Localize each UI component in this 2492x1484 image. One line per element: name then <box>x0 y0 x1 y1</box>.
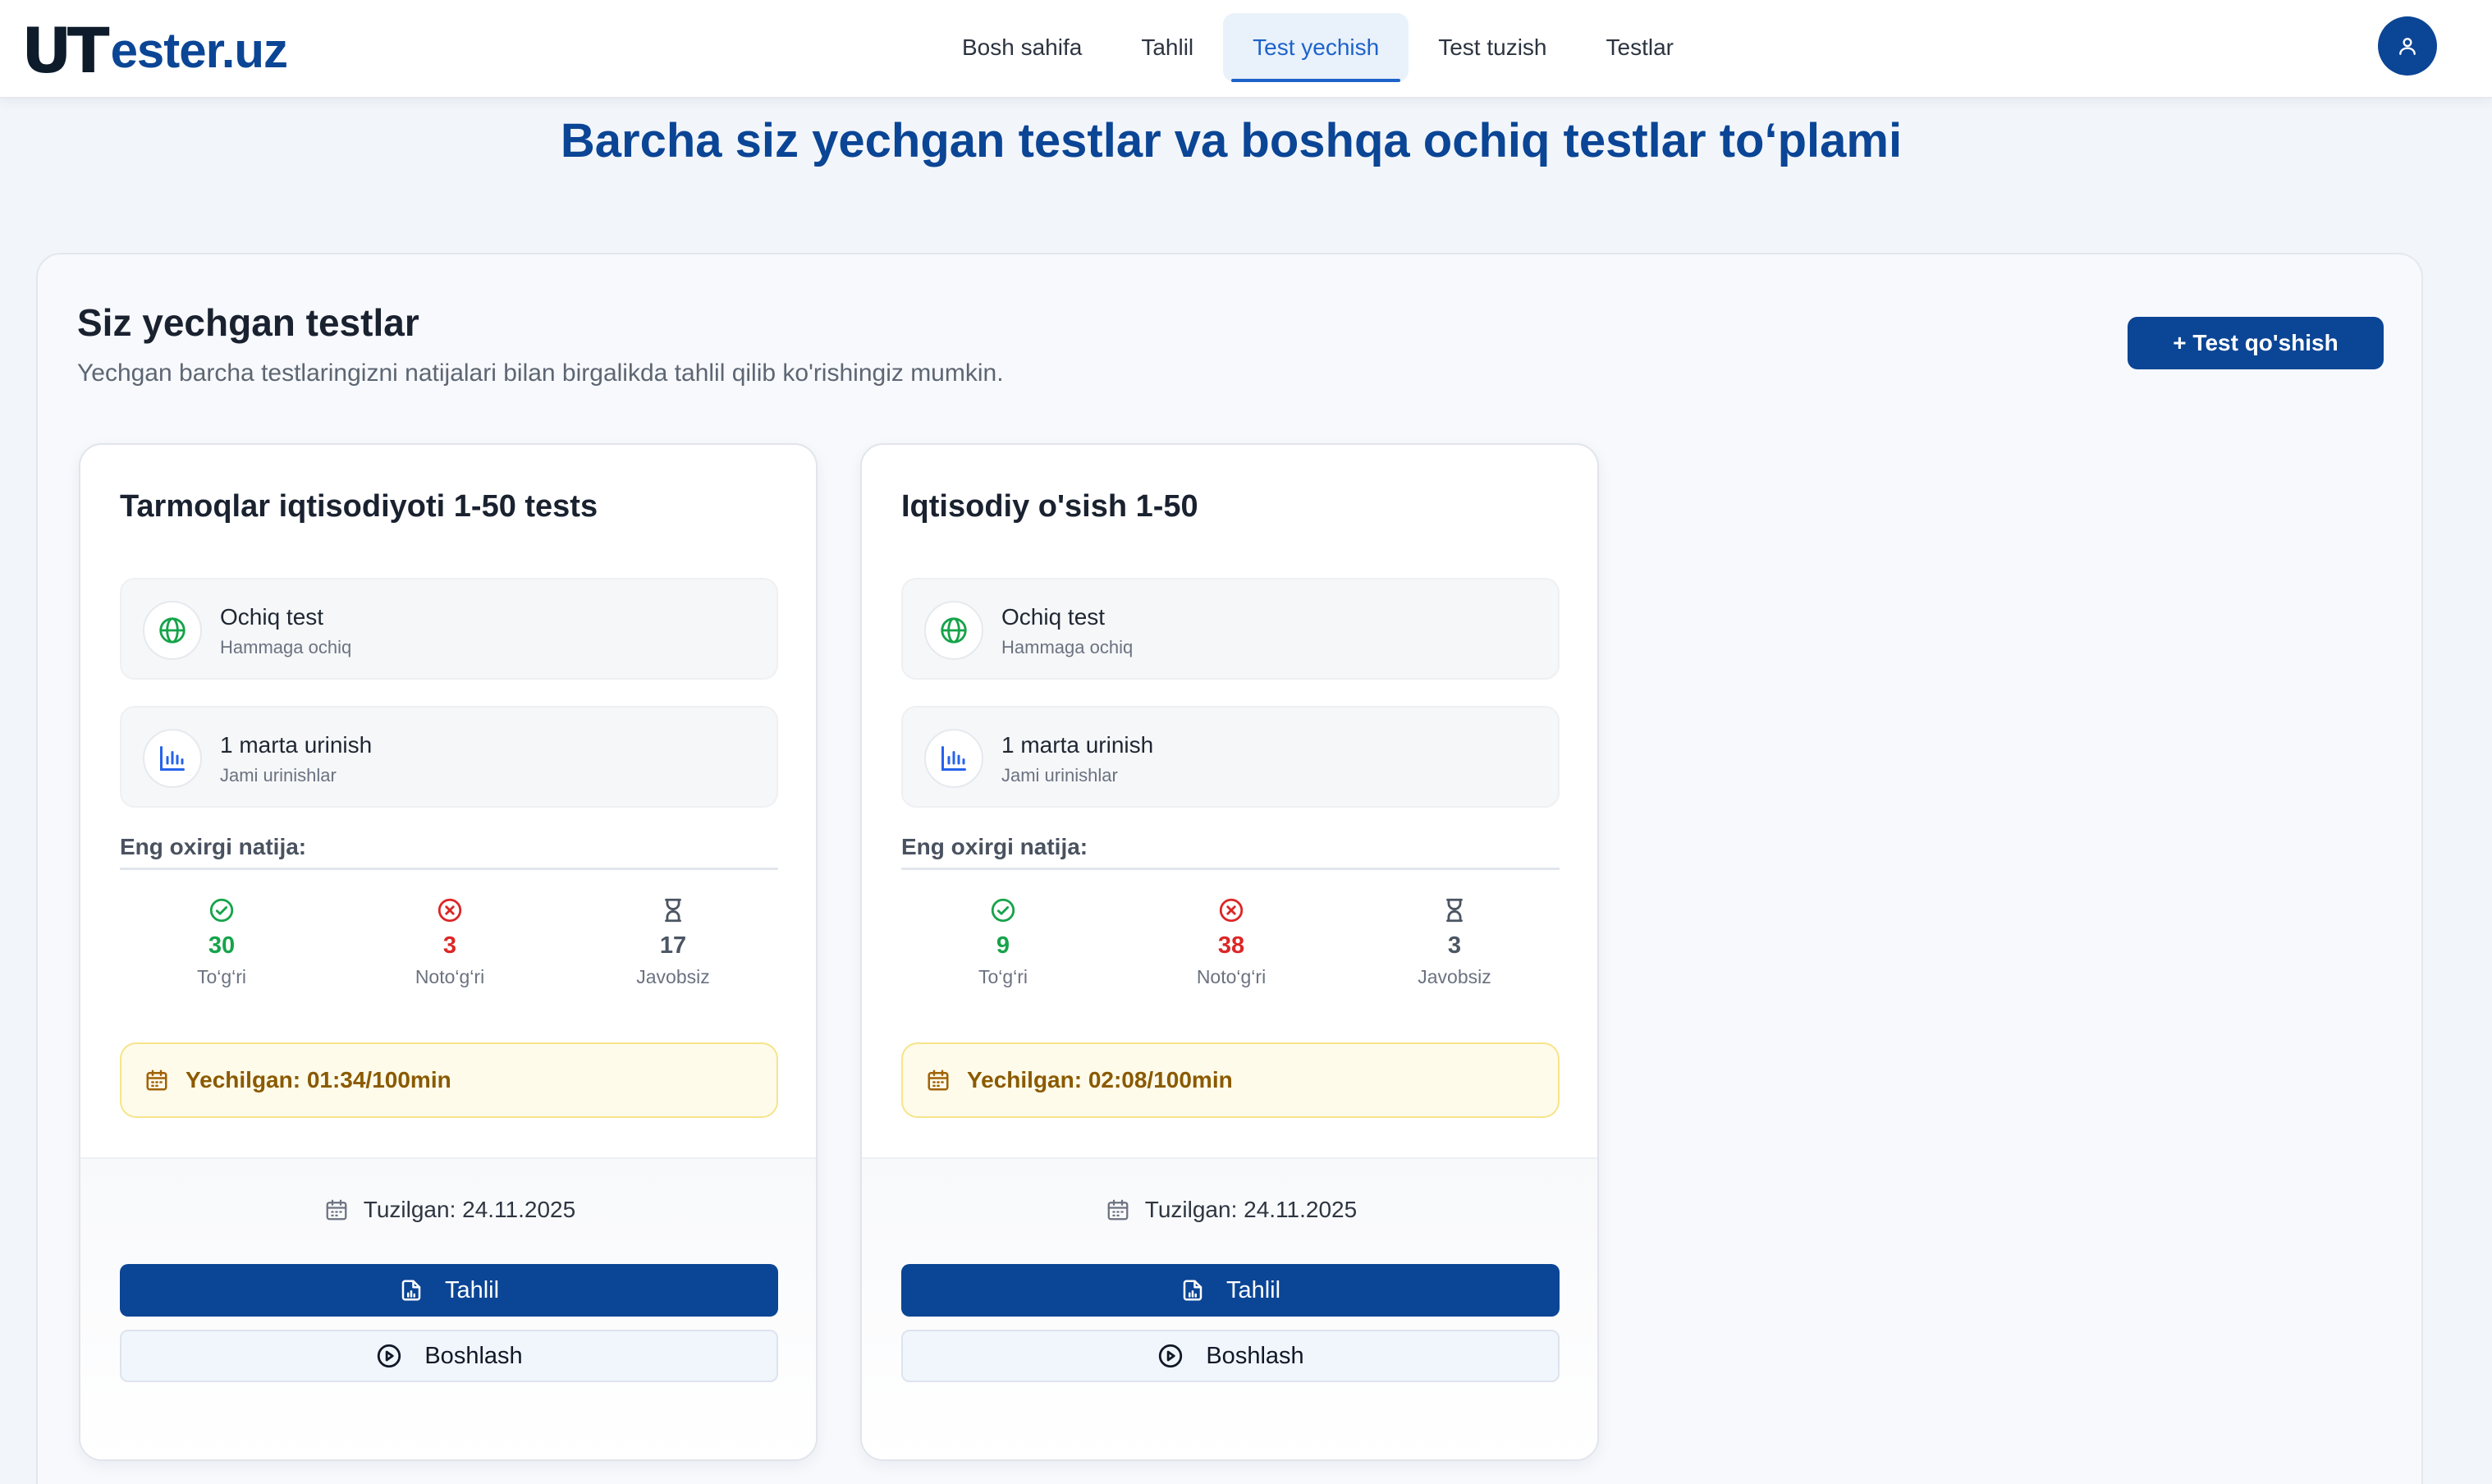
unanswered-count: 17 <box>659 932 687 959</box>
x-circle-icon <box>1219 898 1244 923</box>
analyze-button[interactable]: Tahlil <box>901 1264 1560 1317</box>
access-info-box: Ochiq test Hammaga ochiq <box>120 578 778 680</box>
latest-result-label: Eng oxirgi natija: <box>120 834 778 870</box>
attempts-info-box: 1 marta urinish Jami urinishlar <box>120 706 778 808</box>
play-circle-icon <box>378 1344 401 1368</box>
calendar-icon <box>928 1069 949 1091</box>
incorrect-count: 3 <box>442 932 457 959</box>
nav-test-yechish[interactable]: Test yechish <box>1223 13 1409 82</box>
analyze-button-label: Tahlil <box>1225 1276 1281 1303</box>
solved-time-box: Yechilgan: 02:08/100min <box>901 1042 1560 1118</box>
user-icon <box>2399 38 2416 55</box>
test-card-title: Iqtisodiy o'sish 1-50 <box>901 489 1198 524</box>
hourglass-icon <box>665 898 681 923</box>
attempts-sub: Jami urinishlar <box>1001 765 1118 786</box>
incorrect-label: Noto‘g‘ri <box>415 966 485 987</box>
add-test-button[interactable]: + Test qo'shish <box>2128 317 2384 369</box>
file-chart-icon <box>1183 1280 1202 1301</box>
analyze-button-label: Tahlil <box>444 1276 500 1303</box>
section-title: Siz yechgan testlar <box>77 301 419 344</box>
attempts-label: 1 marta urinish <box>1001 732 1154 758</box>
file-chart-icon <box>401 1280 421 1301</box>
main-nav: Bosh sahifa Tahlil Test yechish Test tuz… <box>932 13 1703 82</box>
globe-icon-wrap <box>924 601 983 660</box>
access-label: Ochiq test <box>1001 604 1106 630</box>
incorrect-count: 38 <box>1217 932 1245 959</box>
globe-icon-wrap <box>143 601 202 660</box>
bar-chart-icon-wrap <box>924 729 983 788</box>
correct-count: 30 <box>208 932 236 959</box>
access-sub: Hammaga ochiq <box>220 637 352 657</box>
profile-avatar-button[interactable] <box>2378 16 2437 76</box>
play-circle-icon <box>1159 1344 1183 1368</box>
start-button[interactable]: Boshlash <box>120 1330 778 1382</box>
top-header: U T ester.uz Bosh sahifa Tahlil Test yec… <box>0 0 2492 98</box>
nav-testlar[interactable]: Testlar <box>1577 13 1703 82</box>
bar-chart-icon-wrap <box>143 729 202 788</box>
start-button-label: Boshlash <box>1206 1342 1304 1369</box>
start-button[interactable]: Boshlash <box>901 1330 1560 1382</box>
card-footer: Tuzilgan: 24.11.2025 Tahlil Boshlash <box>862 1157 1597 1459</box>
nav-tahlil[interactable]: Tahlil <box>1111 13 1223 82</box>
attempts-info-box: 1 marta urinish Jami urinishlar <box>901 706 1560 808</box>
latest-result-label: Eng oxirgi natija: <box>901 834 1560 870</box>
logo-letter-t: T <box>66 13 110 87</box>
solved-tests-panel: Siz yechgan testlar Yechgan barcha testl… <box>36 253 2423 1484</box>
bar-chart-icon <box>941 746 966 771</box>
section-subtitle: Yechgan barcha testlaringizni natijalari… <box>77 360 1004 387</box>
check-circle-icon <box>209 898 234 923</box>
calendar-icon <box>326 1199 347 1221</box>
created-date-text: Tuzilgan: 24.11.2025 <box>1144 1197 1358 1222</box>
test-card-title: Tarmoqlar iqtisodiyoti 1-50 tests <box>120 489 598 524</box>
test-card: Iqtisodiy o'sish 1-50 Ochiq test Hammaga… <box>860 443 1599 1461</box>
bar-chart-icon <box>160 746 185 771</box>
calendar-icon <box>1107 1199 1129 1221</box>
site-logo[interactable]: U T ester.uz <box>21 13 288 87</box>
access-label: Ochiq test <box>220 604 324 630</box>
correct-label: To‘g‘ri <box>196 966 247 987</box>
access-sub: Hammaga ochiq <box>1001 637 1134 657</box>
stat-unanswered: 3 Javobsiz <box>1348 896 1561 988</box>
test-card: Tarmoqlar iqtisodiyoti 1-50 tests Ochiq … <box>79 443 818 1461</box>
calendar-icon <box>146 1069 167 1091</box>
solved-time-box: Yechilgan: 01:34/100min <box>120 1042 778 1118</box>
created-date: Tuzilgan: 24.11.2025 <box>862 1197 1597 1223</box>
logo-letter-u: U <box>21 13 72 87</box>
check-circle-icon <box>991 898 1015 923</box>
logo-text: ester.uz <box>110 22 288 78</box>
unanswered-label: Javobsiz <box>636 966 710 987</box>
analyze-button[interactable]: Tahlil <box>120 1264 778 1317</box>
nav-test-tuzish[interactable]: Test tuzish <box>1409 13 1576 82</box>
stat-unanswered: 17 Javobsiz <box>566 896 780 988</box>
card-footer: Tuzilgan: 24.11.2025 Tahlil Boshlash <box>80 1157 816 1459</box>
globe-icon <box>941 617 967 644</box>
created-date: Tuzilgan: 24.11.2025 <box>80 1197 816 1223</box>
incorrect-label: Noto‘g‘ri <box>1196 966 1267 987</box>
attempts-label: 1 marta urinish <box>220 732 373 758</box>
unanswered-label: Javobsiz <box>1418 966 1491 987</box>
attempts-sub: Jami urinishlar <box>220 765 337 786</box>
x-circle-icon <box>437 898 462 923</box>
correct-label: To‘g‘ri <box>978 966 1028 987</box>
unanswered-count: 3 <box>1447 932 1462 959</box>
correct-count: 9 <box>996 932 1010 959</box>
stat-correct: 30 To‘g‘ri <box>115 896 328 988</box>
created-date-text: Tuzilgan: 24.11.2025 <box>363 1197 576 1222</box>
access-info-box: Ochiq test Hammaga ochiq <box>901 578 1560 680</box>
globe-icon <box>159 617 186 644</box>
stat-correct: 9 To‘g‘ri <box>896 896 1110 988</box>
nav-bosh-sahifa[interactable]: Bosh sahifa <box>932 13 1111 82</box>
start-button-label: Boshlash <box>424 1342 523 1369</box>
stat-incorrect: 3 Noto‘g‘ri <box>343 896 557 988</box>
hourglass-icon <box>1446 898 1463 923</box>
solved-time: Yechilgan: 02:08/100min <box>967 1067 1233 1092</box>
page-title: Barcha siz yechgan testlar va boshqa och… <box>560 114 1903 167</box>
solved-time: Yechilgan: 01:34/100min <box>186 1067 451 1092</box>
stat-incorrect: 38 Noto‘g‘ri <box>1125 896 1338 988</box>
